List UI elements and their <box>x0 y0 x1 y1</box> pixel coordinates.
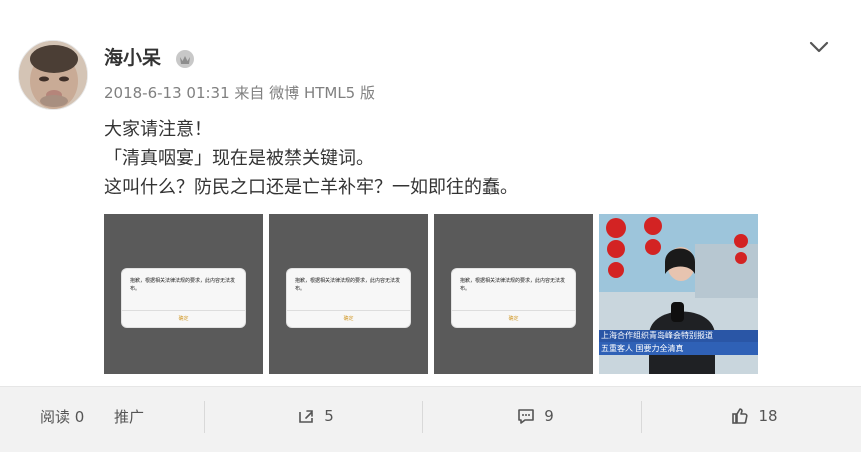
dialog-button: 确定 <box>287 310 410 327</box>
comment-button[interactable]: 9 <box>475 397 595 435</box>
post-source: 来自 微博 HTML5 版 <box>234 84 375 102</box>
promote-button[interactable]: 推广 <box>114 397 164 435</box>
divider <box>641 401 642 433</box>
comment-count: 9 <box>544 407 554 425</box>
post-image-3[interactable]: 抱歉，根据相关法律法规的要求，此内容无法发布。 确定 <box>434 214 593 374</box>
share-icon <box>299 410 314 423</box>
post-image-4[interactable]: 上海合作组织青岛峰会特别报道 五重客人 国要力全清真 <box>599 214 758 374</box>
like-count: 18 <box>758 407 778 425</box>
like-button[interactable]: 18 <box>694 397 814 435</box>
post-image-2[interactable]: 抱歉，根据相关法律法规的要求，此内容无法发布。 确定 <box>269 214 428 374</box>
avatar[interactable] <box>18 40 88 110</box>
share-count: 5 <box>324 407 334 425</box>
username[interactable]: 海小呆 <box>104 45 161 71</box>
dialog-text: 抱歉，根据相关法律法规的要求，此内容无法发布。 <box>460 278 566 292</box>
blocked-dialog: 抱歉，根据相关法律法规的要求，此内容无法发布。 确定 <box>287 269 410 327</box>
dialog-button: 确定 <box>452 310 575 327</box>
dialog-text: 抱歉，根据相关法律法规的要求，此内容无法发布。 <box>295 278 401 292</box>
dialog-text: 抱歉，根据相关法律法规的要求，此内容无法发布。 <box>130 278 236 292</box>
post: 海小呆 2018-6-13 01:31 来自 微博 HTML5 版 大家请注意！… <box>0 0 861 387</box>
post-meta: 2018-6-13 01:31 来自 微博 HTML5 版 <box>104 83 375 103</box>
thumbs-up-icon <box>732 408 749 424</box>
member-badge-icon[interactable] <box>175 49 195 69</box>
blocked-dialog: 抱歉，根据相关法律法规的要求，此内容无法发布。 确定 <box>452 269 575 327</box>
avatar-image <box>19 41 87 109</box>
content-line: 这叫什么？防民之口还是亡羊补牢？一如即往的蠢。 <box>104 177 518 198</box>
read-count: 阅读 0 <box>40 407 85 426</box>
action-bar: 阅读 0 推广 5 9 18 <box>0 387 861 452</box>
divider <box>204 401 205 433</box>
image-grid: 抱歉，根据相关法律法规的要求，此内容无法发布。 确定 抱歉，根据相关法律法规的要… <box>104 214 764 374</box>
comment-icon <box>518 409 535 424</box>
chevron-down-icon[interactable] <box>808 36 830 58</box>
post-image-1[interactable]: 抱歉，根据相关法律法规的要求，此内容无法发布。 确定 <box>104 214 263 374</box>
content-line: 「清真咽宴」现在是被禁关键词。 <box>104 148 374 169</box>
news-caption-line-2: 五重客人 国要力全清真 <box>601 344 684 353</box>
content-line: 大家请注意！ <box>104 119 212 140</box>
post-datetime[interactable]: 2018-6-13 01:31 <box>104 84 230 102</box>
weibo-card: 海小呆 2018-6-13 01:31 来自 微博 HTML5 版 大家请注意！… <box>0 0 861 452</box>
blocked-dialog: 抱歉，根据相关法律法规的要求，此内容无法发布。 确定 <box>122 269 245 327</box>
news-caption-line-1: 上海合作组织青岛峰会特别报道 <box>601 331 713 340</box>
dialog-button: 确定 <box>122 310 245 327</box>
divider <box>422 401 423 433</box>
post-content: 大家请注意！ 「清真咽宴」现在是被禁关键词。 这叫什么？防民之口还是亡羊补牢？一… <box>104 115 824 202</box>
share-button[interactable]: 5 <box>255 397 375 435</box>
